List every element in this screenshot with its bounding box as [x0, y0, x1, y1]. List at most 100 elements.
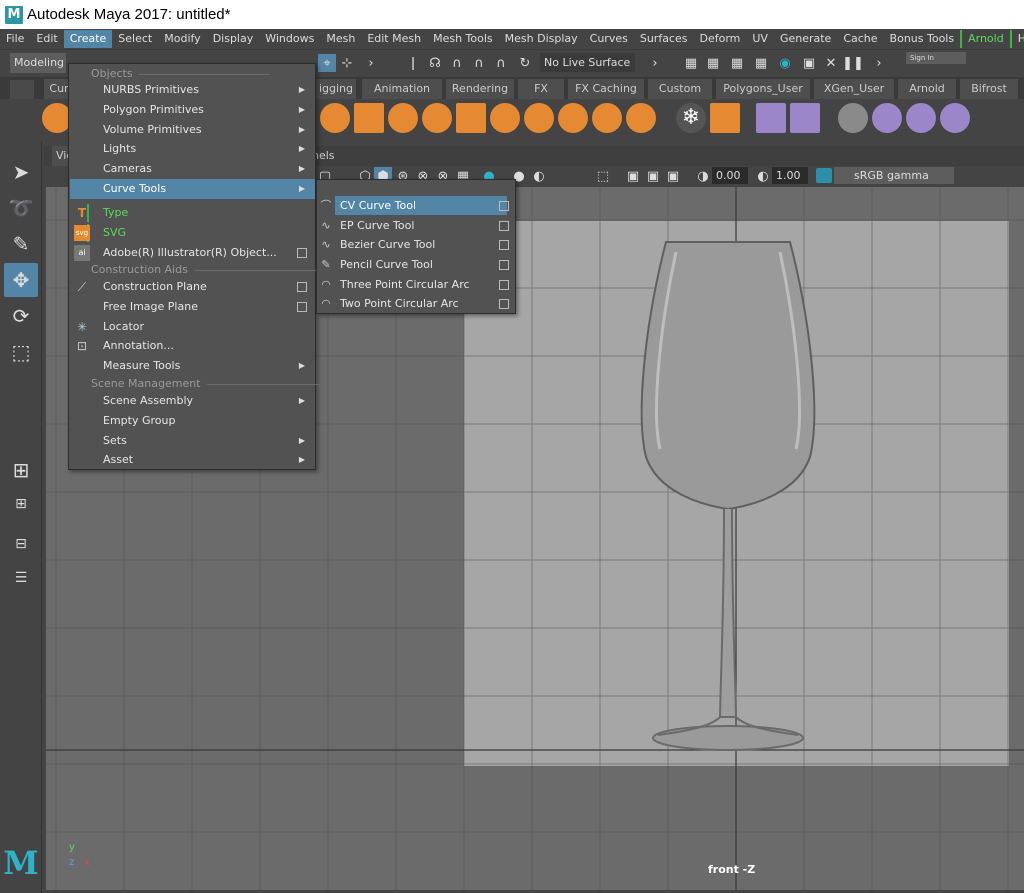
sign-in-button[interactable]: Sign In	[906, 52, 966, 64]
modeling-toolkit-icon[interactable]: ▣	[800, 54, 818, 72]
menu-item-lights[interactable]: Lights ▶	[70, 139, 315, 159]
menu-modify[interactable]: Modify	[158, 30, 206, 48]
history-icon[interactable]: ǀ	[404, 54, 422, 72]
shelf-tool-icon[interactable]	[422, 103, 452, 133]
menu-arnold[interactable]: Arnold	[960, 30, 1012, 48]
pause-icon[interactable]: ❚❚	[842, 54, 864, 72]
option-box-icon[interactable]	[499, 299, 509, 309]
gamma-icon[interactable]: ◐	[754, 167, 772, 185]
menu-item-three-point-circular-arc[interactable]: Three Point Circular Arc	[335, 275, 507, 294]
menu-item-cameras[interactable]: Cameras ▶	[70, 159, 315, 179]
rotate-tool-icon[interactable]: ⟳	[4, 299, 38, 333]
shelf-tool-icon[interactable]	[940, 103, 970, 133]
menu-edit[interactable]: Edit	[30, 30, 63, 48]
menu-item-curve-tools[interactable]: Curve Tools ▶	[70, 179, 315, 199]
menu-set-dropdown[interactable]: Modeling	[10, 53, 66, 73]
four-view-layout-icon[interactable]: ⊞	[4, 491, 38, 517]
magnet-curve-icon[interactable]: ∩	[470, 54, 488, 72]
menu-item-locator[interactable]: ✳ Locator	[70, 317, 315, 337]
option-box-icon[interactable]	[297, 282, 307, 292]
menu-item-volume-primitives[interactable]: Volume Primitives ▶	[70, 120, 315, 140]
shelf-tool-icon[interactable]	[558, 103, 588, 133]
menu-edit-mesh[interactable]: Edit Mesh	[361, 30, 427, 48]
color-space-dropdown[interactable]: sRGB gamma	[834, 167, 954, 184]
live-surface-field[interactable]: No Live Surface	[540, 53, 635, 72]
menu-item-illustrator-object[interactable]: ai Adobe(R) Illustrator(R) Object...	[70, 243, 315, 263]
shelf-tool-icon[interactable]	[838, 103, 868, 133]
shelf-tool-icon[interactable]	[524, 103, 554, 133]
resolution-gate-icon[interactable]: ▣	[624, 167, 642, 185]
menu-uv[interactable]: UV	[746, 30, 774, 48]
menu-item-cv-curve-tool[interactable]: CV Curve Tool	[335, 196, 507, 215]
magnet-point-icon[interactable]: ∩	[492, 54, 510, 72]
shelf-tool-icon[interactable]	[456, 103, 486, 133]
menu-cache[interactable]: Cache	[837, 30, 883, 48]
select-camera-icon[interactable]: ⬚	[594, 167, 612, 185]
option-box-icon[interactable]	[499, 221, 509, 231]
lasso-icon[interactable]: ☊	[426, 54, 444, 72]
tab-fx-caching[interactable]: FX Caching	[568, 79, 644, 99]
menu-item-polygon-primitives[interactable]: Polygon Primitives ▶	[70, 100, 315, 120]
film-gate-icon[interactable]: ▣	[644, 167, 662, 185]
ipr-render-icon[interactable]: ▦	[728, 54, 746, 72]
menu-mesh-tools[interactable]: Mesh Tools	[427, 30, 499, 48]
tab-rigging[interactable]: igging	[316, 79, 356, 99]
lasso-tool-icon[interactable]: ➰	[4, 191, 38, 225]
shelf-tool-icon[interactable]	[592, 103, 622, 133]
tab-polygons-user[interactable]: Polygons_User	[716, 79, 810, 99]
menu-mesh-display[interactable]: Mesh Display	[499, 30, 584, 48]
paint-select-icon[interactable]: ✎	[4, 227, 38, 261]
single-view-layout-icon[interactable]: ⊞	[4, 453, 38, 487]
menu-item-sets[interactable]: Sets ▶	[70, 431, 315, 451]
tab-rendering[interactable]: Rendering	[446, 79, 514, 99]
option-box-icon[interactable]	[499, 260, 509, 270]
attribute-editor-icon[interactable]: ✕	[822, 54, 840, 72]
menu-item-pencil-curve-tool[interactable]: Pencil Curve Tool	[335, 255, 507, 274]
move-tool-icon[interactable]: ✥	[4, 263, 38, 297]
menu-deform[interactable]: Deform	[693, 30, 746, 48]
option-box-icon[interactable]	[297, 248, 307, 258]
menu-item-type[interactable]: T Type	[70, 203, 315, 223]
snowflake-icon[interactable]: ❄	[676, 103, 706, 133]
menu-create[interactable]: Create	[63, 30, 113, 48]
menu-item-bezier-curve-tool[interactable]: Bezier Curve Tool	[335, 235, 507, 254]
tab-fx[interactable]: FX	[518, 79, 564, 99]
option-box-icon[interactable]	[297, 302, 307, 312]
snap-grid-icon[interactable]: ⌖	[318, 54, 336, 72]
menu-curves[interactable]: Curves	[584, 30, 634, 48]
render-settings-icon[interactable]: ▦	[752, 54, 770, 72]
tab-animation[interactable]: Animation	[362, 79, 442, 99]
menu-mesh[interactable]: Mesh	[320, 30, 361, 48]
menu-windows[interactable]: Windows	[259, 30, 320, 48]
live-icon[interactable]: ↻	[516, 54, 534, 72]
menu-item-ep-curve-tool[interactable]: EP Curve Tool	[335, 216, 507, 235]
scale-tool-icon[interactable]: ⬚	[4, 335, 38, 369]
shelf-tool-icon[interactable]	[872, 103, 902, 133]
render-view-icon[interactable]: ▦	[682, 54, 700, 72]
option-box-icon[interactable]	[499, 240, 509, 250]
tab-custom[interactable]: Custom	[648, 79, 712, 99]
shelf-tool-icon[interactable]	[626, 103, 656, 133]
menu-item-free-image-plane[interactable]: Free Image Plane	[70, 297, 315, 317]
menu-item-two-point-circular-arc[interactable]: Two Point Circular Arc	[335, 294, 507, 313]
shelf-tool-icon[interactable]	[320, 103, 350, 133]
shelf-tool-icon[interactable]	[388, 103, 418, 133]
menu-item-annotation[interactable]: ⊡ Annotation...	[70, 336, 315, 356]
snap-curve-icon[interactable]: ⊹	[338, 54, 356, 72]
shelf-tool-icon[interactable]	[710, 103, 740, 133]
menu-item-empty-group[interactable]: Empty Group	[70, 411, 315, 431]
menu-surfaces[interactable]: Surfaces	[634, 30, 694, 48]
menu-file[interactable]: File	[0, 30, 30, 48]
exposure-icon[interactable]: ◑	[694, 167, 712, 185]
menu-bonus-tools[interactable]: Bonus Tools	[884, 30, 961, 48]
hypershade-icon[interactable]: ◉	[776, 54, 794, 72]
tab-bifrost[interactable]: Bifrost	[960, 79, 1018, 99]
shelf-tool-icon[interactable]	[490, 103, 520, 133]
option-box-icon[interactable]	[499, 201, 509, 211]
field-chart-icon[interactable]: ▣	[664, 167, 682, 185]
menu-help[interactable]: Help	[1012, 30, 1024, 48]
exposure-field[interactable]: 0.00	[712, 167, 748, 184]
shelf-tool-icon[interactable]	[756, 103, 786, 133]
render-frame-icon[interactable]: ▦	[704, 54, 722, 72]
menu-item-measure-tools[interactable]: Measure Tools ▶	[70, 356, 315, 376]
